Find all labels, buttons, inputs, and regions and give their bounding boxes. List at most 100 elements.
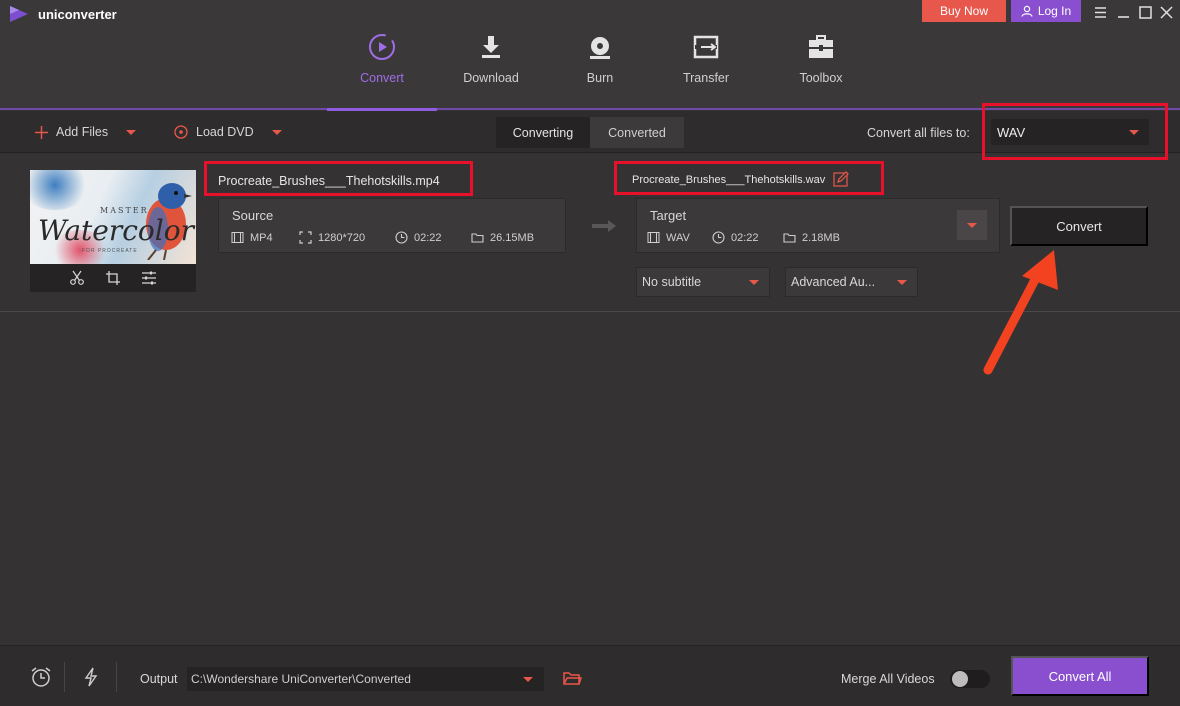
bottom-bar: Output C:\Wondershare UniConverter\Conve… [0, 645, 1180, 706]
log-in-button[interactable]: Log In [1011, 0, 1081, 22]
nav-burn[interactable]: Burn [545, 30, 655, 110]
add-files-button[interactable]: Add Files [35, 111, 137, 153]
download-icon [482, 36, 500, 58]
target-duration: 02:22 [712, 231, 759, 244]
lightning-icon[interactable] [80, 666, 102, 688]
folder-icon [471, 233, 484, 243]
convert-button[interactable]: Convert [1010, 206, 1148, 246]
effects-sliders-icon[interactable] [141, 270, 157, 286]
subtitle-select[interactable]: No subtitle [636, 267, 770, 297]
nav-toolbox[interactable]: Toolbox [766, 30, 876, 110]
dvd-icon [174, 125, 188, 139]
minimize-icon [1117, 15, 1129, 18]
maximize-button[interactable] [1136, 3, 1154, 21]
tab-converted[interactable]: Converted [590, 117, 684, 148]
clock-icon [712, 231, 725, 244]
nav-download-label: Download [463, 71, 519, 85]
thumbnail-tools [30, 264, 196, 292]
tab-converting[interactable]: Converting [496, 117, 590, 148]
app-logo: uniconverter [8, 4, 117, 24]
nav-transfer-label: Transfer [682, 71, 730, 85]
source-format: MP4 [231, 231, 273, 244]
source-size-value: 26.15MB [490, 231, 535, 244]
audio-track-value: Advanced Au... [791, 275, 876, 289]
chevron-down-icon[interactable] [271, 129, 282, 135]
uniconverter-logo-icon [10, 6, 28, 22]
source-resolution-value: 1280*720 [318, 231, 366, 244]
nav-convert[interactable]: Convert [327, 30, 437, 110]
nav-download[interactable]: Download [436, 30, 546, 110]
merge-all-label: Merge All Videos [841, 672, 935, 686]
resolution-icon [299, 231, 312, 244]
target-duration-value: 02:22 [731, 231, 759, 244]
main-nav: Convert Download Burn Transfer Toolbox [0, 30, 1180, 110]
nav-toolbox-label: Toolbox [799, 71, 843, 85]
load-dvd-label: Load DVD [196, 125, 254, 139]
alarm-clock-icon[interactable] [30, 666, 52, 688]
source-duration-value: 02:22 [414, 231, 442, 244]
open-folder-icon[interactable] [562, 668, 582, 688]
maximize-icon [1138, 5, 1152, 19]
nav-transfer[interactable]: Transfer [651, 30, 761, 110]
output-label: Output [140, 672, 178, 686]
plus-icon [35, 125, 48, 139]
source-filename: Procreate_Brushes___Thehotskills.mp4 [218, 174, 440, 188]
chevron-down-icon [749, 280, 759, 285]
divider [116, 662, 117, 692]
target-info-box: Target WAV 02:22 2.18MB [636, 198, 1000, 253]
target-size: 2.18MB [783, 231, 840, 244]
target-size-value: 2.18MB [802, 231, 840, 244]
target-format: WAV [647, 231, 690, 244]
scissors-icon[interactable] [69, 270, 85, 286]
crop-icon[interactable] [105, 270, 121, 286]
paint-splash [30, 170, 90, 210]
nav-burn-label: Burn [586, 71, 614, 85]
annotation-arrow [983, 250, 1058, 375]
close-icon [1159, 5, 1173, 19]
chevron-down-icon [1129, 130, 1139, 135]
output-path-value: C:\Wondershare UniConverter\Converted [191, 672, 411, 686]
load-dvd-button[interactable]: Load DVD [174, 111, 282, 153]
arrow-right-icon [592, 220, 616, 232]
output-path-select[interactable]: C:\Wondershare UniConverter\Converted [187, 667, 544, 691]
toolbox-icon [809, 35, 833, 58]
convert-all-format-select[interactable]: WAV [991, 119, 1149, 145]
merge-all-toggle[interactable] [950, 670, 990, 688]
nav-divider [0, 108, 1180, 110]
nav-convert-label: Convert [360, 71, 404, 85]
app-name: uniconverter [38, 6, 117, 22]
status-tabs: Converting Converted [496, 117, 684, 148]
burn-disc-icon [590, 37, 610, 59]
menu-button[interactable] [1091, 3, 1109, 21]
minimize-button[interactable] [1114, 3, 1132, 21]
audio-track-select[interactable]: Advanced Au... [785, 267, 918, 297]
buy-now-button[interactable]: Buy Now [922, 0, 1006, 22]
convert-icon [369, 34, 395, 60]
source-title: Source [232, 208, 274, 223]
video-thumbnail[interactable]: MASTER Watercolor FOR PROCREATE [30, 170, 196, 292]
source-duration: 02:22 [395, 231, 442, 244]
thumbnail-image: MASTER Watercolor FOR PROCREATE [30, 170, 196, 264]
close-button[interactable] [1157, 3, 1175, 21]
chevron-down-icon[interactable] [126, 129, 137, 135]
transfer-icon [693, 35, 719, 59]
target-title: Target [650, 208, 687, 223]
source-size: 26.15MB [471, 231, 534, 244]
target-format-value: WAV [666, 231, 690, 244]
add-files-label: Add Files [56, 125, 109, 139]
folder-icon [783, 233, 796, 243]
target-format-dropdown[interactable] [957, 210, 987, 240]
target-filename: Procreate_Brushes___Thehotskills.wav [632, 174, 826, 186]
source-resolution: 1280*720 [299, 231, 365, 244]
convert-all-label: Convert all files to: [867, 126, 970, 140]
film-icon [231, 232, 244, 243]
toggle-knob [952, 671, 968, 687]
edit-pencil-icon[interactable] [833, 171, 849, 187]
thumbnail-text-2: Watercolor [38, 214, 194, 247]
convert-all-button[interactable]: Convert All [1011, 656, 1149, 696]
hamburger-icon [1094, 6, 1106, 18]
thumbnail-text-3: FOR PROCREATE [82, 248, 138, 254]
divider [64, 662, 65, 692]
chevron-down-icon [897, 280, 907, 285]
subtitle-value: No subtitle [642, 275, 702, 289]
